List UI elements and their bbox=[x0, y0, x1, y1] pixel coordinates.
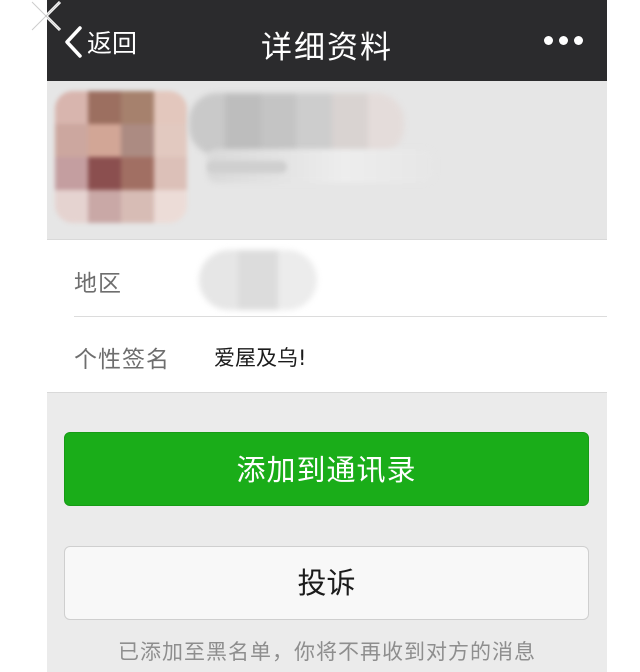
avatar[interactable] bbox=[55, 91, 187, 223]
blurred-nickname bbox=[189, 93, 404, 155]
dot bbox=[574, 36, 583, 45]
dot bbox=[559, 36, 568, 45]
blurred-region-value bbox=[199, 250, 317, 310]
nickname-mosaic-tile bbox=[332, 93, 369, 155]
overlay-close-icon[interactable] bbox=[26, 0, 66, 36]
nickname-mosaic-tile bbox=[260, 93, 297, 155]
signature-row: 个性签名 爱屋及乌! bbox=[47, 316, 607, 392]
nickname-mosaic-tile bbox=[368, 93, 404, 155]
region-mosaic-tile bbox=[238, 250, 278, 310]
nickname-mosaic-tile bbox=[224, 93, 261, 155]
avatar-mosaic-tile bbox=[55, 157, 88, 190]
profile-header bbox=[47, 81, 607, 239]
info-list: 地区 个性签名 爱屋及乌! bbox=[47, 239, 607, 393]
avatar-mosaic-tile bbox=[88, 190, 121, 223]
avatar-mosaic-tile bbox=[88, 91, 121, 124]
region-row: 地区 bbox=[47, 240, 607, 316]
region-mosaic-tile bbox=[277, 250, 317, 310]
avatar-mosaic-tile bbox=[121, 124, 154, 157]
signature-label: 个性签名 bbox=[74, 347, 170, 373]
avatar-mosaic-tile bbox=[154, 124, 187, 157]
blurred-account-id-text bbox=[207, 161, 287, 173]
screen: 返回 详细资料 地区 个性签名 爱屋及乌! 添加到通讯录 投诉 已添加至黑名单，… bbox=[0, 0, 640, 672]
avatar-mosaic-tile bbox=[121, 91, 154, 124]
avatar-mosaic-tile bbox=[55, 190, 88, 223]
avatar-mosaic-tile bbox=[88, 157, 121, 190]
avatar-mosaic-tile bbox=[88, 124, 121, 157]
avatar-mosaic-tile bbox=[154, 157, 187, 190]
more-options-icon[interactable] bbox=[544, 36, 583, 45]
avatar-mosaic-tile bbox=[55, 124, 88, 157]
nickname-mosaic-tile bbox=[189, 93, 225, 155]
avatar-mosaic-tile bbox=[121, 157, 154, 190]
dot bbox=[544, 36, 553, 45]
avatar-mosaic-tile bbox=[121, 190, 154, 223]
nav-bar: 返回 详细资料 bbox=[47, 0, 607, 81]
blacklist-notice: 已添加至黑名单，你将不再收到对方的消息 bbox=[118, 640, 536, 664]
nickname-mosaic-tile bbox=[296, 93, 333, 155]
page-title: 详细资料 bbox=[261, 30, 393, 66]
avatar-mosaic-tile bbox=[154, 190, 187, 223]
region-mosaic-tile bbox=[199, 250, 239, 310]
report-button[interactable]: 投诉 bbox=[64, 546, 589, 620]
avatar-mosaic-tile bbox=[55, 91, 88, 124]
region-label: 地区 bbox=[74, 271, 122, 297]
signature-value: 爱屋及乌! bbox=[214, 346, 307, 370]
profile-page: 返回 详细资料 地区 个性签名 爱屋及乌! 添加到通讯录 投诉 已添加至黑名单，… bbox=[47, 0, 607, 672]
add-to-contacts-button[interactable]: 添加到通讯录 bbox=[64, 432, 589, 506]
avatar-mosaic-tile bbox=[154, 91, 187, 124]
